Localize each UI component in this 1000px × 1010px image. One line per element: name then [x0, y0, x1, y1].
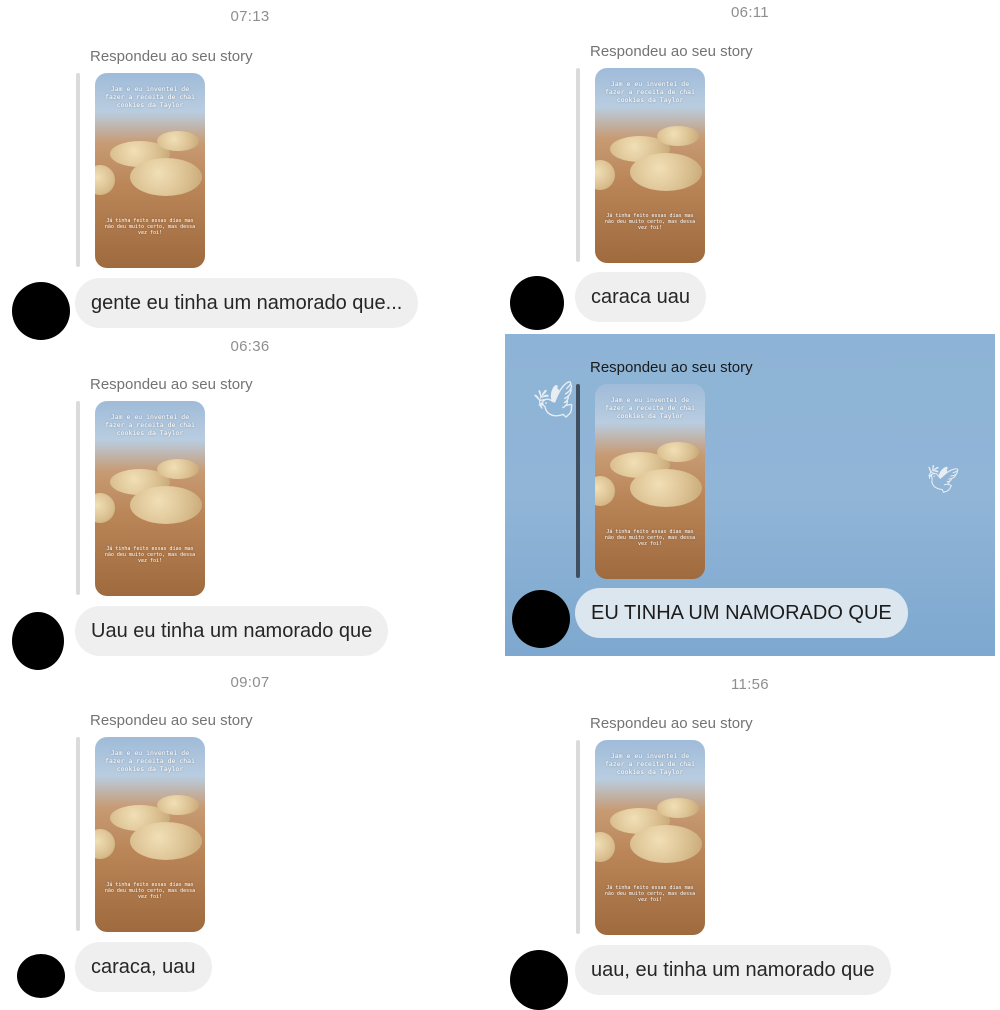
reply-label: Respondeu ao seu story — [590, 715, 753, 732]
quote-bar — [76, 737, 80, 931]
story-thumbnail[interactable]: Jam e eu inventei de fazer a receita de … — [95, 401, 205, 596]
message-bubble[interactable]: gente eu tinha um namorado que... — [75, 278, 419, 328]
chat-panel-right-1: 06:11 Respondeu ao seu story Jam e eu in… — [500, 0, 1000, 334]
cookie — [657, 126, 699, 146]
cookie — [595, 832, 615, 862]
story-thumbnail[interactable]: Jam e eu inventei de fazer a receita de … — [95, 73, 205, 268]
reply-label: Respondeu ao seu story — [90, 48, 253, 65]
message-bubble[interactable]: Uau eu tinha um namorado que — [75, 606, 389, 656]
story-thumbnail[interactable]: Jam e eu inventei de fazer a receita de … — [595, 68, 705, 263]
story-top-text: Jam e eu inventei de fazer a receita de … — [104, 749, 195, 773]
story-top-text: Jam e eu inventei de fazer a receita de … — [604, 752, 695, 776]
quote-bar — [576, 68, 580, 262]
cookie — [130, 158, 202, 196]
chat-panel-right-3: 11:56 Respondeu ao seu story Jam e eu in… — [500, 670, 1000, 1010]
chat-panel-left-2: 06:36 Respondeu ao seu story Jam e eu in… — [0, 330, 500, 670]
timestamp: 07:13 — [230, 8, 270, 25]
cookie — [630, 153, 702, 191]
message-bubble[interactable]: caraca, uau — [75, 942, 212, 992]
cookie — [95, 493, 115, 523]
story-top-text: Jam e eu inventei de fazer a receita de … — [604, 80, 695, 104]
story-thumbnail[interactable]: Jam e eu inventei de fazer a receita de … — [95, 737, 205, 932]
quote-bar — [76, 401, 80, 595]
cookie — [130, 486, 202, 524]
cookie — [95, 829, 115, 859]
seagull-image: 🕊 — [530, 379, 583, 427]
story-bottom-text: Já tinha feito essas dias mas não deu mu… — [604, 529, 696, 547]
chat-panel-left-1: 07:13 Respondeu ao seu story Jam e eu in… — [0, 0, 500, 340]
story-top-text: Jam e eu inventei de fazer a receita de … — [104, 85, 195, 109]
reply-label: Respondeu ao seu story — [90, 712, 253, 729]
cookie — [595, 476, 615, 506]
timestamp: 11:56 — [731, 676, 769, 693]
cookie — [630, 825, 702, 863]
cookie — [630, 469, 702, 507]
seagull-image: 🕊 — [922, 461, 961, 497]
avatar[interactable] — [12, 612, 64, 670]
message-bubble[interactable]: EU TINHA UM NAMORADO QUE — [575, 588, 908, 638]
cookie — [157, 459, 199, 479]
quote-bar — [576, 740, 580, 934]
reply-label: Respondeu ao seu story — [590, 43, 753, 60]
story-top-text: Jam e eu inventei de fazer a receita de … — [604, 396, 695, 420]
avatar[interactable] — [510, 276, 564, 330]
avatar[interactable] — [510, 950, 568, 1010]
timestamp: 06:11 — [731, 4, 769, 21]
message-bubble[interactable]: caraca uau — [575, 272, 706, 322]
cookie — [657, 442, 699, 462]
timestamp: 09:07 — [230, 674, 270, 691]
quote-bar — [76, 73, 80, 267]
cookie — [130, 822, 202, 860]
cookie — [95, 165, 115, 195]
story-thumbnail[interactable]: Jam e eu inventei de fazer a receita de … — [595, 740, 705, 935]
reply-label: Respondeu ao seu story — [590, 359, 753, 376]
story-bottom-text: Já tinha feito essas dias mas não deu mu… — [104, 546, 196, 564]
story-bottom-text: Já tinha feito essas dias mas não deu mu… — [104, 218, 196, 236]
reply-label: Respondeu ao seu story — [90, 376, 253, 393]
message-bubble[interactable]: uau, eu tinha um namorado que — [575, 945, 891, 995]
cookie — [657, 798, 699, 818]
story-bottom-text: Já tinha feito essas dias mas não deu mu… — [604, 213, 696, 231]
story-bottom-text: Já tinha feito essas dias mas não deu mu… — [604, 885, 696, 903]
story-top-text: Jam e eu inventei de fazer a receita de … — [104, 413, 195, 437]
timestamp: 06:36 — [230, 338, 270, 355]
story-bottom-text: Já tinha feito essas dias mas não deu mu… — [104, 882, 196, 900]
quote-bar — [576, 384, 580, 578]
avatar[interactable] — [512, 590, 570, 648]
chat-panel-left-3: 09:07 Respondeu ao seu story Jam e eu in… — [0, 668, 500, 1000]
cookie — [157, 795, 199, 815]
avatar[interactable] — [17, 954, 65, 998]
chat-panel-right-2: 🕊 🕊 Respondeu ao seu story Jam e eu inve… — [505, 334, 995, 656]
story-thumbnail[interactable]: Jam e eu inventei de fazer a receita de … — [595, 384, 705, 579]
cookie — [157, 131, 199, 151]
cookie — [595, 160, 615, 190]
